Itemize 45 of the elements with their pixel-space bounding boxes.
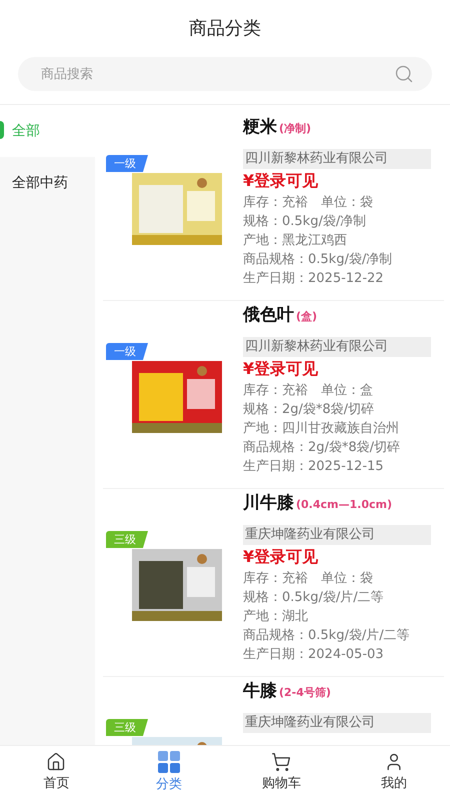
nav-tab[interactable]: 我的	[338, 746, 450, 800]
grid-icon	[158, 751, 180, 774]
search-icon[interactable]	[394, 64, 414, 84]
product-detail: 生产日期：2024-05-03	[243, 646, 385, 664]
price-text: ¥登录可见	[243, 170, 320, 192]
price-text: ¥登录可见	[243, 358, 320, 380]
grade-tag: 三级	[106, 531, 148, 548]
product-name[interactable]: 牛膝	[243, 679, 277, 704]
product-spec: (0.4cm—1.0cm)	[296, 497, 392, 513]
nav-tab[interactable]: 购物车	[225, 746, 338, 800]
search-field[interactable]: 商品搜索	[18, 57, 432, 91]
product-detail: 库存：充裕 单位：盒	[243, 382, 374, 400]
product-detail: 产地：湖北	[243, 608, 309, 626]
product-detail: 生产日期：2025-12-15	[243, 458, 385, 476]
product-spec: (净制)	[279, 121, 312, 137]
price-text: ¥登录可见	[243, 546, 320, 568]
product-name[interactable]: 粳米	[243, 115, 277, 140]
product-detail: 规格：2g/袋*8袋/切碎	[243, 400, 376, 418]
product-detail: 库存：充裕 单位：袋	[243, 570, 374, 588]
nav-tab[interactable]: 分类	[112, 746, 225, 800]
product-detail: 生产日期：2025-12-22	[243, 270, 385, 288]
product-spec: (盒)	[296, 309, 318, 325]
product-name[interactable]: 俄色叶	[243, 303, 294, 328]
grade-tag: 一级	[106, 343, 148, 360]
category-item[interactable]: 全部中药	[0, 157, 95, 209]
product-detail: 商品规格：0.5kg/袋/片/二等	[243, 626, 411, 644]
product-detail: 产地：四川甘孜藏族自治州	[243, 420, 400, 438]
product-name[interactable]: 川牛膝	[243, 491, 294, 516]
product-detail: 产地：黑龙江鸡西	[243, 232, 348, 250]
product-detail: 库存：充裕 单位：袋	[243, 194, 374, 212]
product-detail: 规格：0.5kg/袋/净制	[243, 212, 368, 230]
nav-tab[interactable]: 首页	[0, 746, 112, 800]
product-detail: 商品规格：0.5kg/袋/净制	[243, 250, 394, 268]
grade-tag: 三级	[106, 719, 148, 736]
grade-tag: 一级	[106, 155, 148, 172]
product-detail: 商品规格：2g/袋*8袋/切碎	[243, 438, 402, 456]
company-name: 四川新黎林药业有限公司	[243, 336, 431, 356]
product-spec: (2-4号筛)	[279, 685, 331, 701]
page-title: 商品分类	[189, 17, 261, 41]
company-name: 重庆坤隆药业有限公司	[243, 712, 431, 732]
home-icon	[46, 752, 66, 772]
product-detail: 规格：0.5kg/袋/片/二等	[243, 588, 385, 606]
company-name: 四川新黎林药业有限公司	[243, 148, 431, 168]
cart-icon	[271, 752, 292, 772]
company-name: 重庆坤隆药业有限公司	[243, 524, 431, 544]
